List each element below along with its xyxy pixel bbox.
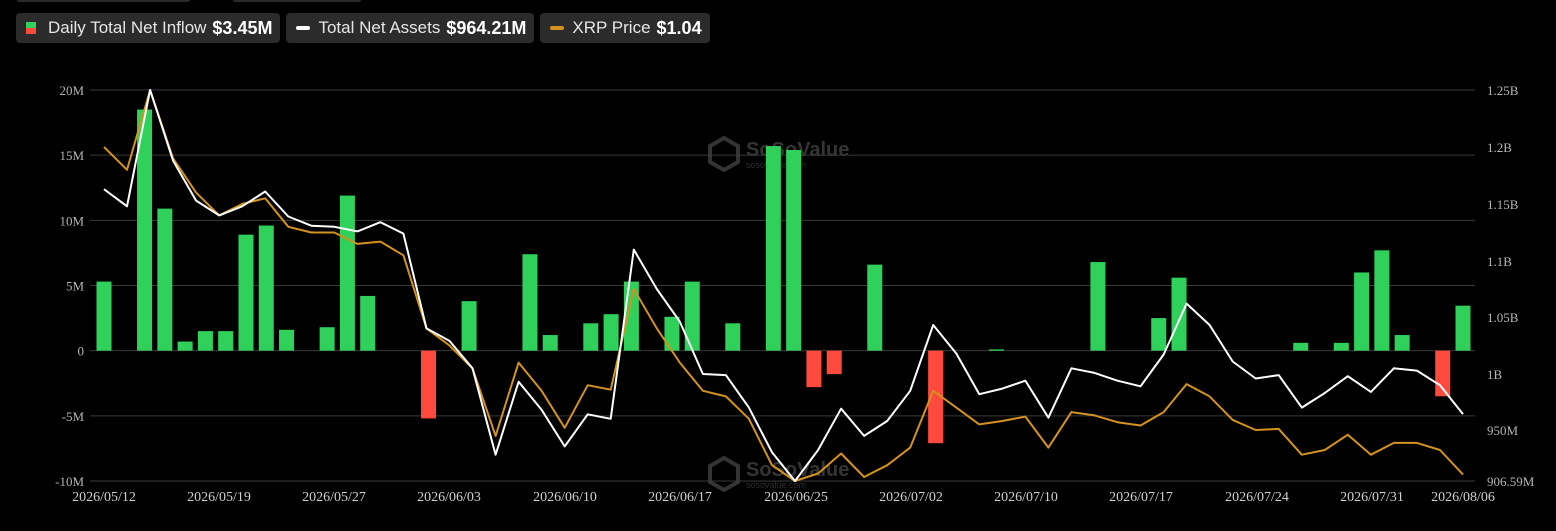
inflow-bar [461, 301, 477, 351]
x-tick-label: 2026/07/02 [879, 490, 943, 505]
inflow-bar [421, 350, 437, 419]
inflow-bar [867, 264, 883, 351]
inflow-bar [1394, 335, 1410, 351]
inflow-bar [197, 331, 213, 351]
inflow-bar [786, 149, 802, 351]
inflow-bar [96, 281, 112, 351]
inflow-bar [279, 329, 295, 351]
inflow-bar [542, 335, 558, 351]
y-left-tick-label: -10M [55, 474, 84, 489]
y-right-tick-label: 1.05B [1487, 310, 1519, 325]
inflow-bar [157, 208, 173, 351]
x-tick-label: 2026/08/06 [1431, 490, 1495, 505]
inflow-bar [806, 350, 822, 388]
inflow-bar [1333, 342, 1349, 351]
inflow-bar [1455, 305, 1471, 351]
y-left-tick-label: 10M [59, 213, 84, 228]
inflow-bar [583, 323, 599, 351]
inflow-bar [664, 316, 680, 351]
y-right-tick-label: 1B [1487, 367, 1503, 382]
x-tick-label: 2026/05/12 [72, 490, 136, 505]
y-right-tick-label: 950M [1487, 423, 1519, 438]
y-right-tick-label: 1.2B [1487, 140, 1512, 155]
inflow-bar [1374, 250, 1390, 351]
inflow-bar [319, 327, 335, 351]
sosovalue-logo-icon [708, 135, 740, 173]
y-left-tick-label: -5M [62, 409, 85, 424]
inflow-bar [1354, 272, 1370, 351]
inflow-bar [1171, 277, 1187, 351]
x-tick-label: 2026/06/17 [648, 490, 712, 505]
inflow-bar [258, 225, 274, 351]
inflow-bar [765, 146, 781, 351]
inflow-bar [177, 341, 193, 351]
y-right-tick-label: 1.1B [1487, 254, 1512, 269]
chart-area[interactable]: 20M 15M 10M 5M 0 -5M -10M 1.25B 1.2B 1.15B 1.1B 1.0… [0, 0, 1556, 531]
inflow-bar [238, 234, 254, 351]
x-tick-label: 2026/05/19 [187, 490, 251, 505]
y-left-tick-label: 5M [66, 279, 85, 294]
x-tick-label: 2026/05/27 [302, 490, 366, 505]
inflow-bar [725, 323, 741, 351]
y-right-tick-label: 1.25B [1487, 83, 1519, 98]
y-right-tick-label: 906.59M [1487, 474, 1535, 489]
inflow-bar [522, 254, 538, 351]
watermark-url: sosovalue.com [746, 480, 806, 490]
sosovalue-logo-icon [708, 455, 740, 493]
x-tick-label: 2026/07/17 [1109, 490, 1173, 505]
inflow-bar [826, 350, 842, 375]
inflow-bar [1293, 342, 1309, 351]
x-tick-label: 2026/06/10 [533, 490, 597, 505]
inflow-bar [603, 314, 619, 351]
y-left-tick-label: 20M [59, 83, 84, 98]
y-left-tick-label: 0 [78, 344, 85, 359]
inflow-bar [218, 331, 234, 351]
inflow-bar [1090, 262, 1106, 351]
x-tick-label: 2026/06/25 [764, 490, 828, 505]
inflow-bar [988, 349, 1004, 351]
inflow-bar [339, 195, 355, 351]
x-tick-label: 2026/06/03 [417, 490, 481, 505]
x-tick-label: 2026/07/31 [1340, 490, 1404, 505]
y-left-tick-label: 15M [59, 148, 84, 163]
x-tick-label: 2026/07/24 [1225, 490, 1289, 505]
inflow-bar [360, 295, 376, 351]
inflow-bar [1151, 318, 1167, 351]
x-tick-label: 2026/07/10 [994, 490, 1058, 505]
y-right-tick-label: 1.15B [1487, 197, 1519, 212]
